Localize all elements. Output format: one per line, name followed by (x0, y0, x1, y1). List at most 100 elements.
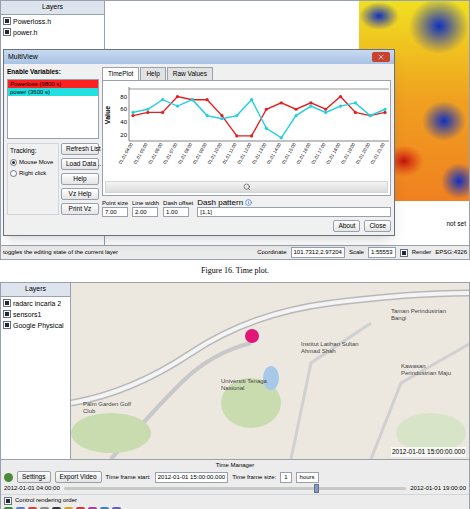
toolbar-tool-icon[interactable] (64, 507, 73, 509)
time-plot-chart: Value8060402001.01 04:0001.01 05:0001.01… (103, 81, 395, 181)
toolbar-tool-icon[interactable] (40, 507, 49, 509)
dash-pattern-field[interactable]: [1,1] (197, 207, 391, 217)
toolbar-tool-icon[interactable] (76, 507, 85, 509)
map-canvas[interactable]: Palm Garden Golf ClubUniversiti Tenaga N… (71, 283, 469, 459)
series-point (369, 114, 372, 117)
toolbar-tool-icon[interactable] (100, 507, 109, 509)
close-button[interactable] (372, 52, 390, 62)
tracking-radio[interactable]: Mouse Move (10, 158, 56, 167)
side-button[interactable]: Print Vz (61, 203, 99, 215)
layer-item[interactable]: sensors1 (3, 310, 68, 319)
series-point (309, 101, 312, 104)
tracking-group: Tracking:Mouse MoveRight click (7, 143, 59, 215)
map-label: Palm Garden Golf Club (83, 401, 143, 415)
start-field[interactable]: 2012-01-01 15:00:00.000 (155, 472, 228, 483)
layer-checkbox[interactable] (3, 17, 11, 25)
layers-title: Layers (1, 283, 70, 297)
x-tick: 01.01 09:00 (192, 141, 208, 165)
layer-checkbox[interactable] (3, 310, 11, 318)
toolbar-tool-icon[interactable] (4, 507, 13, 509)
series-line (133, 96, 385, 135)
size-field[interactable]: 1 (280, 472, 291, 483)
x-tick: 01.01 08:00 (177, 141, 193, 165)
layer-item[interactable]: Google Physical (3, 321, 68, 330)
rendering-order-checkbox[interactable] (4, 497, 12, 505)
dash-pattern-label: Dash pattern (197, 199, 243, 207)
control-field[interactable]: 1.00 (163, 207, 189, 217)
layer-checkbox[interactable] (3, 321, 11, 329)
toolbar-tool-icon[interactable] (88, 507, 97, 509)
time-slider[interactable] (64, 487, 407, 490)
right-column: TimePlotHelpRaw ValuesValue8060402001.01… (102, 67, 391, 232)
dialog-button[interactable]: About (333, 220, 360, 232)
x-tick: 01.01 15:00 (281, 141, 297, 165)
series-point (176, 104, 179, 107)
plot-control: Line width2.00 (132, 199, 159, 217)
x-tick: 01.01 20:00 (355, 141, 371, 165)
close-icon (377, 53, 385, 61)
tab[interactable]: TimePlot (102, 67, 139, 80)
range-end: 2012-01-01 19:00:00 (410, 484, 466, 493)
left-column: Enable Variables:Powerloss (9800 s)power… (7, 67, 99, 232)
toolbar-tool-icon[interactable] (112, 507, 121, 509)
dialog-title-bar: MultiView (4, 50, 394, 64)
qgis-screenshot-top: LayersPowerloss.hpower.hnot setMultiView… (0, 0, 470, 260)
settings-button[interactable]: Settings (17, 471, 51, 483)
series-point (161, 98, 164, 101)
dialog-button[interactable]: Close (364, 220, 391, 232)
series-point (339, 95, 342, 98)
status-bar: toggles the editing state of the current… (1, 245, 469, 259)
series-point (369, 114, 372, 117)
sensor-marker[interactable] (245, 329, 259, 343)
series-point (309, 104, 312, 107)
plot-control: Dash offset1.00 (163, 199, 193, 217)
plot-controls: Point size7.00Line width2.00Dash offset1… (102, 199, 391, 217)
control-field[interactable]: 2.00 (132, 207, 158, 217)
layer-item[interactable]: power.h (3, 28, 102, 37)
variable-item[interactable]: power (3600 s) (8, 88, 98, 96)
qgis-screenshot-bottom: Layers radarc incarla 2 sensors1 Google Phy… (0, 282, 470, 509)
layer-item[interactable]: Powerloss.h (3, 17, 102, 26)
layer-checkbox[interactable] (3, 299, 11, 307)
crs-label[interactable]: EPSG:4326 (435, 248, 467, 257)
scale-field[interactable]: 1:55553 (368, 247, 396, 258)
toolbar-tool-icon[interactable] (28, 507, 37, 509)
play-button[interactable] (4, 473, 13, 482)
tab[interactable]: Help (140, 67, 165, 80)
series-point (383, 111, 386, 114)
info-icon (245, 199, 252, 206)
variable-item[interactable]: Powerloss (9800 s) (8, 80, 98, 88)
render-checkbox[interactable] (400, 249, 408, 257)
series-point (176, 95, 179, 98)
unit-select[interactable]: hours (296, 472, 319, 483)
export-video-button[interactable]: Export Video (55, 471, 102, 483)
x-tick: 01.01 10:00 (207, 141, 223, 165)
toolbar-tool-icon[interactable] (16, 507, 25, 509)
control-field[interactable]: 7.00 (102, 207, 128, 217)
side-button[interactable]: Load Data ... (61, 158, 99, 170)
layer-item[interactable]: radarc incarla 2 (3, 299, 68, 308)
map-timestamp: 2012-01-01 15:00:00.000 (391, 447, 466, 457)
zoom-bar[interactable] (105, 181, 388, 193)
tracking-radio[interactable]: Right click (10, 169, 56, 178)
series-point (265, 107, 268, 110)
series-point (146, 107, 149, 110)
multiview-dialog: MultiView Enable Variables:Powerloss (980… (3, 49, 395, 236)
series-point (206, 98, 209, 101)
layer-checkbox[interactable] (3, 28, 11, 36)
series-point (235, 134, 238, 137)
radio-dot (10, 159, 17, 166)
side-button[interactable]: Help (61, 173, 99, 185)
toolbar (1, 506, 469, 509)
slider-thumb[interactable] (314, 484, 319, 493)
series-point (383, 107, 386, 110)
side-button[interactable]: Vz Help (61, 188, 99, 200)
rendering-order-label: Control rendering order (15, 496, 77, 505)
side-button[interactable]: Refresh List (61, 143, 99, 155)
series-point (324, 111, 327, 114)
series-point (206, 114, 209, 117)
toolbar-tool-icon[interactable] (52, 507, 61, 509)
x-tick: 01.01 14:00 (266, 141, 282, 165)
coordinate-field[interactable]: 101.7312,2.97204 (291, 247, 345, 258)
tab[interactable]: Raw Values (167, 67, 213, 80)
